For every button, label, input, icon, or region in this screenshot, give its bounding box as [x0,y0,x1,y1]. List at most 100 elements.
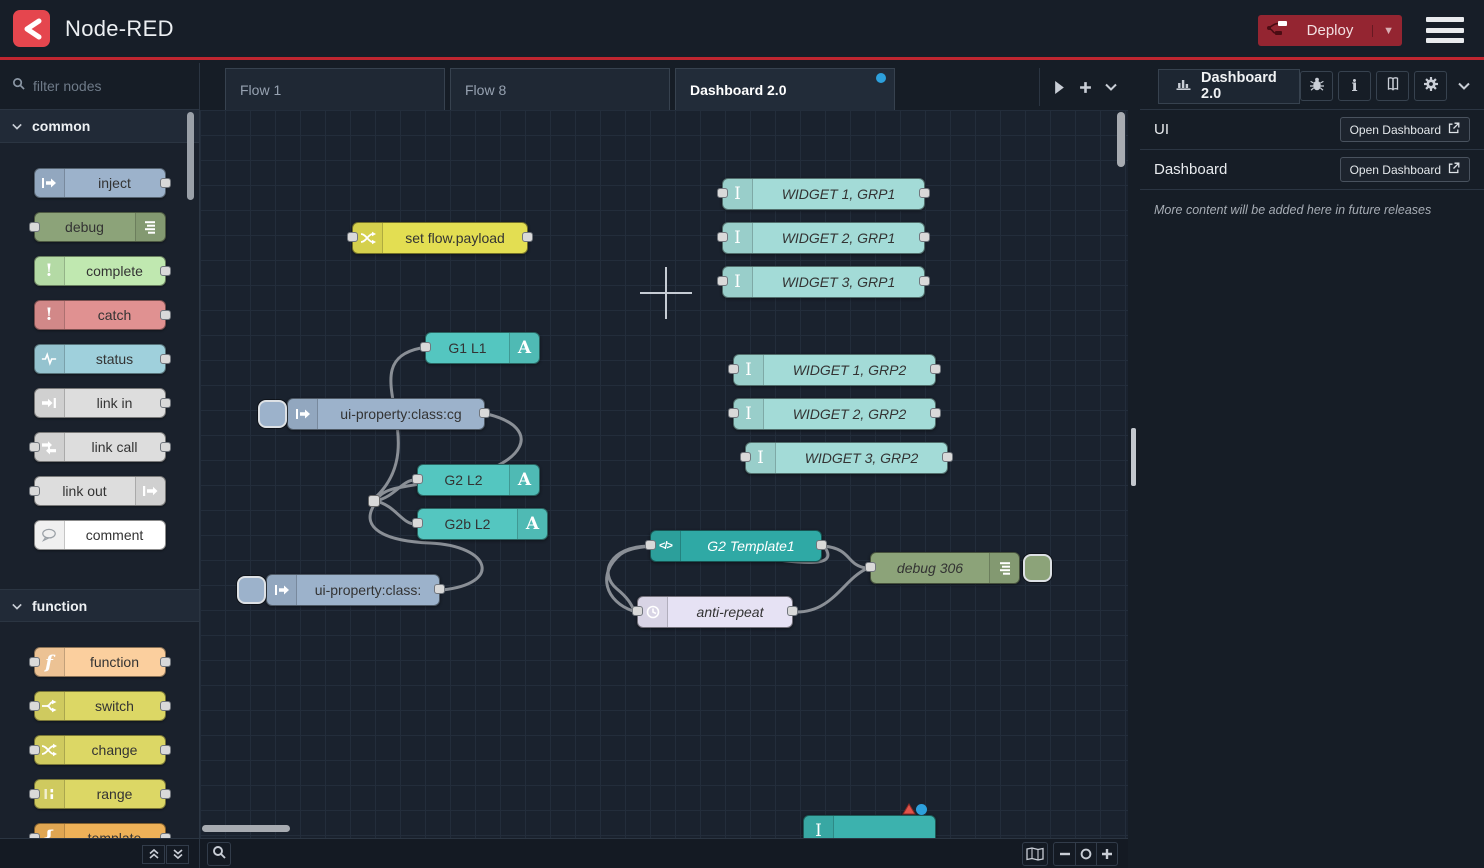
palette-node-link-in[interactable]: link in [34,388,166,418]
sidebar-tool-gear-icon[interactable] [1414,71,1447,101]
input-port[interactable] [728,364,739,374]
input-port[interactable] [29,657,40,667]
output-port[interactable] [160,789,171,799]
output-port[interactable] [160,701,171,711]
output-port[interactable] [919,232,930,242]
flow-node-anti-repeat[interactable]: anti-repeat [637,596,793,628]
output-port[interactable] [942,452,953,462]
output-port[interactable] [816,540,827,550]
sidebar-resize-grip[interactable] [1131,428,1136,486]
wire[interactable] [376,501,415,524]
flow-node-g2b-l2[interactable]: G2b L2A [417,508,548,540]
wire[interactable] [795,569,866,612]
palette-node-complete[interactable]: !complete [34,256,166,286]
palette-node-link-out[interactable]: link out [34,476,166,506]
flow-tab-dashboard-2.0[interactable]: Dashboard 2.0 [675,68,895,110]
input-port[interactable] [717,188,728,198]
zoom-reset-button[interactable] [1075,843,1096,865]
output-port[interactable] [930,364,941,374]
palette-node-change[interactable]: change [34,735,166,765]
output-port[interactable] [160,745,171,755]
input-port[interactable] [29,833,40,838]
inject-button[interactable] [258,400,287,428]
input-port[interactable] [29,745,40,755]
output-port[interactable] [919,276,930,286]
input-port[interactable] [347,232,358,242]
input-port[interactable] [29,486,40,496]
output-port[interactable] [160,310,171,320]
filter-nodes-input[interactable] [33,78,183,94]
deploy-button[interactable]: Deploy ▼ [1258,15,1402,46]
output-port[interactable] [930,408,941,418]
input-port[interactable] [645,540,656,550]
sidebar-tool-info-icon[interactable]: i [1338,71,1371,101]
flow-node-widget-2-grp1[interactable]: IWIDGET 2, GRP1 [722,222,925,254]
open-dashboard-button[interactable]: Open Dashboard [1340,157,1470,182]
input-port[interactable] [412,518,423,528]
wire-junction[interactable] [368,495,380,507]
flow-node-ui-property-class-[interactable]: ui-property:class: [266,574,440,606]
output-port[interactable] [160,442,171,452]
output-port[interactable] [522,232,533,242]
input-port[interactable] [29,222,40,232]
output-port[interactable] [160,266,171,276]
palette-node-template[interactable]: {template [34,823,166,838]
flow-node-g2-template1[interactable]: </>G2 Template1 [650,530,822,562]
flow-node-ui-property-class-cg[interactable]: ui-property:class:cg [287,398,485,430]
input-port[interactable] [717,276,728,286]
flow-node-widget-1-grp1[interactable]: IWIDGET 1, GRP1 [722,178,925,210]
wire[interactable] [376,480,415,501]
input-port[interactable] [420,342,431,352]
open-dashboard-button[interactable]: Open Dashboard [1340,117,1470,142]
chevrons-up-icon[interactable] [142,845,165,864]
flow-tab-flow-1[interactable]: Flow 1 [225,68,445,110]
flow-node-widget-3-grp2[interactable]: IWIDGET 3, GRP2 [745,442,948,474]
flow-list-chevron-icon[interactable] [1098,74,1124,100]
palette-node-catch[interactable]: !catch [34,300,166,330]
flow-node-widget-2-grp2[interactable]: IWIDGET 2, GRP2 [733,398,936,430]
sidebar-tool-book-icon[interactable] [1376,71,1409,101]
output-port[interactable] [434,584,445,594]
add-flow-button[interactable] [1072,74,1098,100]
input-port[interactable] [740,452,751,462]
palette-node-debug[interactable]: debug [34,212,166,242]
output-port[interactable] [787,606,798,616]
debug-toggle-button[interactable] [1023,554,1052,582]
tab-search-icon[interactable] [1046,74,1072,100]
flow-node-widget-1-grp2[interactable]: IWIDGET 1, GRP2 [733,354,936,386]
input-port[interactable] [865,562,876,572]
output-port[interactable] [160,178,171,188]
palette-node-range[interactable]: range [34,779,166,809]
wire[interactable] [824,546,866,568]
sidebar-tool-bug-icon[interactable] [1300,71,1333,101]
palette-node-comment[interactable]: comment [34,520,166,550]
output-port[interactable] [919,188,930,198]
palette-node-link-call[interactable]: link call [34,432,166,462]
input-port[interactable] [632,606,643,616]
deploy-caret-icon[interactable]: ▼ [1372,25,1394,37]
input-port[interactable] [728,408,739,418]
flow-node-debug-306[interactable]: debug 306 [870,552,1020,584]
palette-category-function[interactable]: function [0,589,199,622]
vertical-scrollbar[interactable] [1117,112,1125,167]
palette-category-common[interactable]: common [0,110,199,143]
flow-node-partial[interactable]: I [803,815,936,838]
flow-node-g1-l1[interactable]: G1 L1A [425,332,540,364]
input-port[interactable] [717,232,728,242]
sidebar-tab-dashboard[interactable]: Dashboard 2.0 [1158,69,1300,104]
output-port[interactable] [160,833,171,838]
palette-node-switch[interactable]: switch [34,691,166,721]
horizontal-scrollbar[interactable] [202,825,290,832]
output-port[interactable] [160,657,171,667]
input-port[interactable] [29,789,40,799]
zoom-in-button[interactable] [1096,843,1117,865]
chevrons-down-icon[interactable] [166,845,189,864]
palette-node-function[interactable]: ffunction [34,647,166,677]
palette-node-inject[interactable]: inject [34,168,166,198]
hamburger-menu-icon[interactable] [1426,15,1464,45]
input-port[interactable] [29,442,40,452]
palette-scrollbar[interactable] [187,112,194,200]
output-port[interactable] [160,398,171,408]
navigator-map-icon[interactable] [1022,842,1048,866]
flow-canvas[interactable]: set flow.payloadIWIDGET 1, GRP1IWIDGET 2… [200,110,1128,838]
